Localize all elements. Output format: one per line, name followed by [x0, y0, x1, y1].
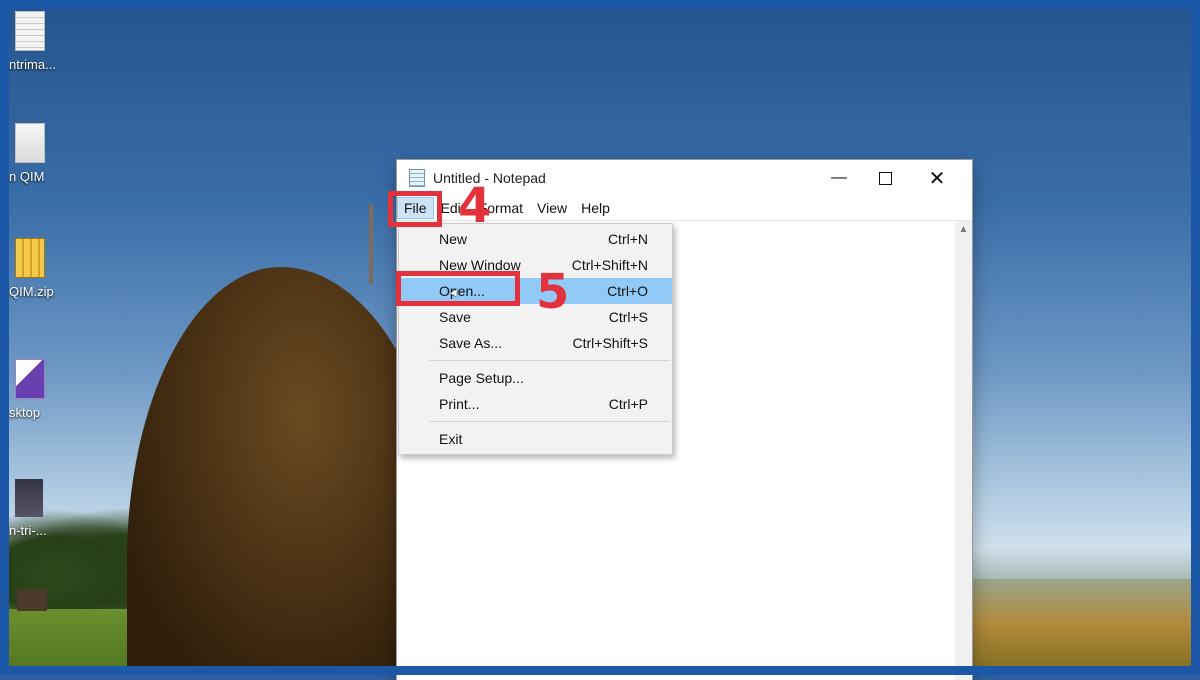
minimize-icon: —	[831, 169, 847, 186]
menu-item-shortcut: Ctrl+Shift+N	[571, 257, 648, 273]
desktop-icon-3[interactable]: QIM.zip	[9, 238, 79, 299]
menu-item-label: Save	[439, 309, 471, 325]
folder-icon	[15, 123, 45, 163]
file-menu-dropdown: New Ctrl+N New Window Ctrl+Shift+N Open.…	[398, 223, 673, 455]
menu-item-label: Print...	[439, 396, 480, 412]
text-document-icon	[15, 11, 45, 51]
background-hut	[17, 589, 47, 611]
menu-item-label: Exit	[439, 431, 463, 447]
notepad-app-icon	[409, 169, 425, 187]
app-shortcut-icon	[15, 359, 45, 399]
menu-item-label: Save As...	[439, 335, 503, 351]
menu-item-print[interactable]: Print... Ctrl+P	[399, 391, 672, 417]
annotation-number-4: 4	[458, 178, 492, 234]
menu-item-exit[interactable]: Exit	[399, 426, 672, 452]
menu-help[interactable]: Help	[574, 197, 617, 219]
maximize-icon	[878, 171, 892, 185]
close-button[interactable]: ✕	[914, 160, 960, 196]
maximize-button[interactable]	[862, 160, 908, 196]
menu-view[interactable]: View	[530, 197, 574, 219]
desktop-icon-2[interactable]: n QIM	[9, 123, 79, 184]
zip-folder-icon	[15, 238, 45, 278]
desktop-icon-label: ntrima...	[9, 57, 56, 72]
desktop-icon-label: n QIM	[9, 169, 45, 184]
background-hill	[969, 579, 1191, 666]
vertical-scrollbar[interactable]: ▲	[955, 221, 972, 680]
menu-item-label: Page Setup...	[439, 370, 524, 386]
minimize-button[interactable]: —	[816, 160, 862, 196]
menu-item-shortcut: Ctrl+O	[607, 283, 648, 299]
menu-item-save-as[interactable]: Save As... Ctrl+Shift+S	[399, 330, 672, 356]
scroll-up-icon[interactable]: ▲	[955, 221, 972, 238]
menu-item-page-setup[interactable]: Page Setup...	[399, 365, 672, 391]
menu-item-shortcut: Ctrl+P	[608, 396, 648, 412]
annotation-box-file	[388, 191, 442, 227]
desktop-icon-label: n-tri-...	[9, 523, 47, 538]
annotation-number-5: 5	[536, 264, 570, 320]
desktop-icon-1[interactable]: ntrima...	[9, 11, 79, 72]
desktop-icon-4[interactable]: sktop	[9, 359, 79, 420]
desktop-icon-label: QIM.zip	[9, 284, 54, 299]
menu-separator	[429, 421, 670, 422]
shortcut-icon	[15, 479, 43, 517]
background-pole	[369, 204, 373, 284]
desktop-icon-label: sktop	[9, 405, 41, 420]
menu-item-shortcut: Ctrl+S	[608, 309, 648, 325]
close-icon: ✕	[928, 167, 946, 190]
menu-item-shortcut: Ctrl+N	[607, 231, 648, 247]
menu-item-new[interactable]: New Ctrl+N	[399, 226, 672, 252]
desktop-icon-5[interactable]: n-tri-...	[9, 479, 79, 538]
menu-item-shortcut: Ctrl+Shift+S	[572, 335, 648, 351]
annotation-box-open	[396, 271, 520, 306]
menu-separator	[429, 360, 670, 361]
